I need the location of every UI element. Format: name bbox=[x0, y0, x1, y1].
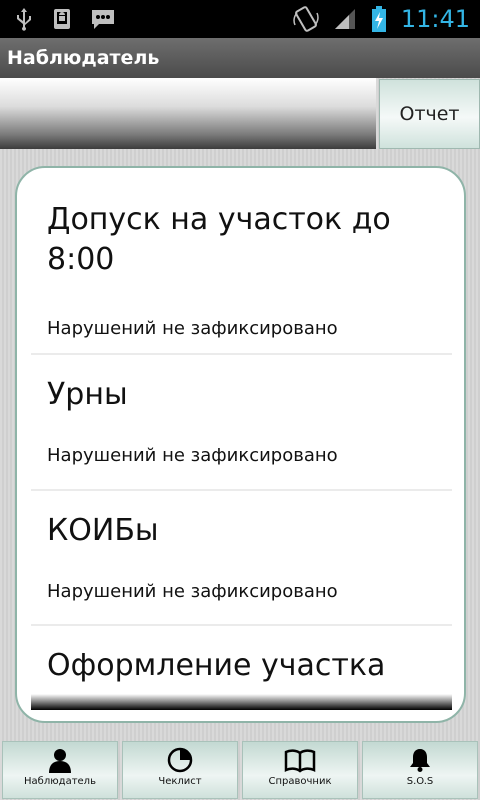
nav-label: S.O.S bbox=[406, 776, 434, 787]
book-icon bbox=[284, 749, 316, 773]
nav-sos[interactable]: S.O.S bbox=[362, 741, 478, 799]
app-title: Наблюдатель bbox=[7, 47, 160, 69]
person-icon bbox=[49, 749, 71, 773]
bell-icon bbox=[410, 749, 430, 772]
message-icon bbox=[92, 10, 114, 29]
report-button[interactable]: Отчет bbox=[379, 79, 480, 149]
list-item-status: Нарушений не зафиксировано bbox=[47, 581, 338, 602]
android-debug-icon bbox=[54, 9, 70, 29]
list-item[interactable]: Допуск на участок до 8:00 Нарушений не з… bbox=[31, 180, 452, 355]
header-banner bbox=[0, 78, 376, 149]
rotation-icon bbox=[293, 6, 319, 32]
usb-icon bbox=[17, 8, 31, 31]
status-bar: 11:41 bbox=[0, 0, 480, 38]
battery-charging-icon bbox=[371, 6, 386, 32]
clock-time: 11:41 bbox=[400, 5, 470, 33]
nav-label: Чеклист bbox=[158, 776, 202, 787]
pie-chart-icon bbox=[167, 747, 193, 773]
nav-label: Справочник bbox=[268, 776, 332, 787]
list-item-title: КОИБы bbox=[47, 513, 159, 548]
nav-checklist[interactable]: Чеклист bbox=[122, 741, 238, 799]
nav-observer[interactable]: Наблюдатель bbox=[2, 741, 118, 799]
signal-icon bbox=[334, 9, 355, 29]
list-item-title: Урны bbox=[47, 377, 128, 412]
checklist-card: Допуск на участок до 8:00 Нарушений не з… bbox=[15, 166, 466, 723]
nav-label: Наблюдатель bbox=[24, 776, 96, 787]
list-item[interactable]: КОИБы Нарушений не зафиксировано bbox=[31, 491, 452, 626]
list-item[interactable]: Урны Нарушений не зафиксировано bbox=[31, 355, 452, 491]
nav-reference[interactable]: Справочник bbox=[242, 741, 358, 799]
scroll-fade bbox=[31, 694, 452, 710]
top-panel: Отчет bbox=[0, 78, 480, 149]
app-title-bar: Наблюдатель bbox=[0, 38, 480, 78]
list-item-title: Оформление участка bbox=[47, 648, 386, 683]
list-item-status: Нарушений не зафиксировано bbox=[47, 318, 338, 339]
checklist-list[interactable]: Допуск на участок до 8:00 Нарушений не з… bbox=[31, 180, 452, 710]
list-item-title: Допуск на участок до 8:00 bbox=[47, 202, 391, 277]
bottom-nav: Наблюдатель Чеклист Справочник S.O.S bbox=[0, 740, 480, 800]
list-item-status: Нарушений не зафиксировано bbox=[47, 445, 338, 466]
